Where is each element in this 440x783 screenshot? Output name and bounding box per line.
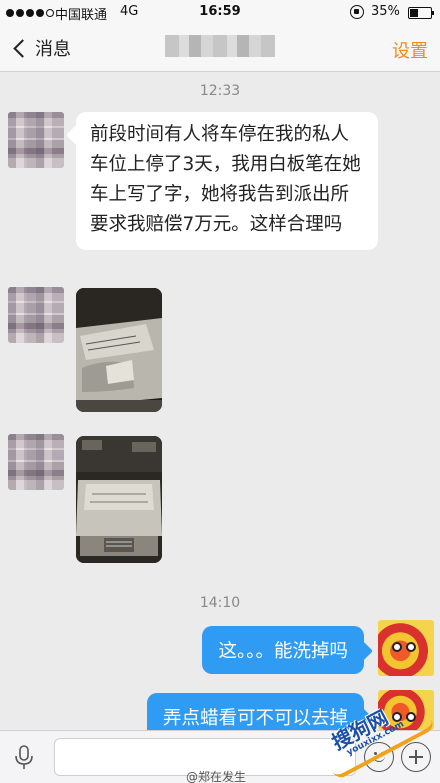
message-timestamp: 12:33 (199, 83, 241, 99)
car-photo-1[interactable] (76, 288, 162, 412)
contact-avatar[interactable] (8, 287, 64, 343)
microphone-icon[interactable] (10, 743, 38, 771)
battery-icon (408, 7, 434, 19)
settings-button[interactable]: 设置 (392, 37, 428, 63)
back-label: 消息 (35, 39, 71, 60)
weibo-watermark: @郑在发生 (186, 770, 247, 783)
nav-bar: 消息 设置 (0, 26, 440, 72)
status-bar: 中国联通 4G 16:59 35% (0, 0, 440, 26)
back-button[interactable]: 消息 (10, 35, 71, 61)
contact-name-blurred (165, 35, 275, 57)
incoming-message-bubble[interactable]: 前段时间有人将车停在我的私人车位上停了3天，我用白板笔在她车上写了字，她将我告到… (76, 112, 378, 250)
outgoing-message-bubble[interactable]: 这。。。能洗掉吗 (202, 626, 364, 674)
car-photo-2[interactable] (76, 436, 162, 563)
my-avatar[interactable] (378, 620, 434, 676)
chevron-left-icon (13, 38, 32, 58)
rotation-lock-icon (350, 5, 364, 19)
message-timestamp: 14:10 (199, 595, 241, 611)
contact-avatar[interactable] (8, 434, 64, 490)
contact-avatar[interactable] (8, 112, 64, 168)
battery-percent: 35% (371, 4, 400, 19)
